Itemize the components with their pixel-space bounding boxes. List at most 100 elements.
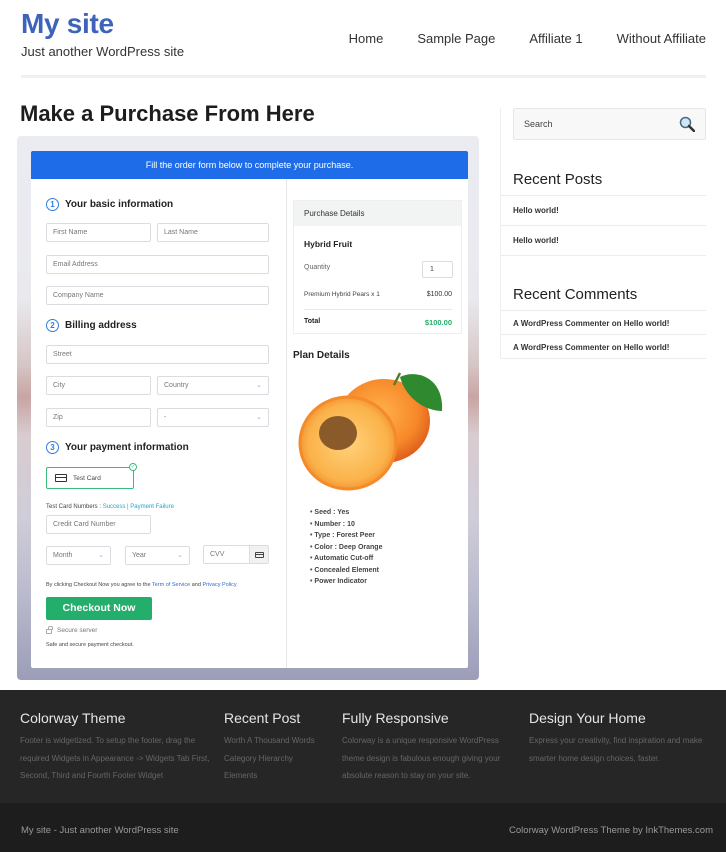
payment-failure-link[interactable]: Payment Failure [130,504,174,510]
check-icon: ✓ [129,463,137,471]
recent-comments-title: Recent Comments [513,286,638,303]
site-description: Just another WordPress site [21,44,185,59]
agreement-and: and [190,582,203,588]
state-select[interactable]: - ⌄ [157,408,269,427]
site-title[interactable]: My site [21,8,114,40]
footer-post-link[interactable]: Category Hierarchy [224,754,293,763]
feature-item: Type : Forest Peer [310,530,382,542]
feature-item: Concealed Element [310,565,382,577]
footer-col-title: Colorway Theme [20,710,126,726]
footer-col-colorway: Colorway Theme Footer is widgetized. To … [20,710,215,785]
footer-col-text: Footer is widgetized. To setup the foote… [20,736,210,780]
footer-col-recent-post: Recent Post Worth A Thousand Words Categ… [224,710,334,785]
step-number: 2 [46,319,59,332]
nav-sample-page[interactable]: Sample Page [417,31,495,46]
chevron-down-icon: ⌄ [177,552,183,559]
line-item: Premium Hybrid Pears x 1 [304,291,380,298]
nav-without-affiliate[interactable]: Without Affiliate [617,31,706,46]
purchase-details: Purchase Details Hybrid Fruit Quantity 1… [293,200,462,334]
privacy-link[interactable]: Privacy Policy [202,582,236,588]
sidebar-border [500,108,501,358]
zip-input[interactable]: Zip [46,408,151,427]
search-placeholder: Search [524,119,553,129]
agreement-prefix: By clicking Checkout Now you agree to th… [46,582,152,588]
divider [501,255,706,256]
quantity-label: Quantity [304,264,331,271]
cvv-placeholder: CVV [210,551,225,558]
state-value: - [164,414,167,421]
terms-link[interactable]: Term of Service [152,582,190,588]
footer-widgets: Colorway Theme Footer is widgetized. To … [0,690,726,803]
recent-comment-link[interactable]: A WordPress Commenter on Hello world! [513,319,669,328]
checkout-now-button[interactable]: Checkout Now [46,597,152,620]
line-price: $100.00 [426,291,452,298]
feature-item: Color : Deep Orange [310,542,382,554]
test-card-option[interactable]: Test Card ✓ [46,463,137,489]
footer-post-link[interactable]: Worth A Thousand Words [224,736,315,745]
divider [501,310,706,311]
last-name-input[interactable]: Last Name [157,223,269,242]
agreement-text: By clicking Checkout Now you agree to th… [46,582,237,588]
payment-method-label: Test Card [73,474,101,482]
purchase-details-title: Purchase Details [294,201,461,226]
step-basic-info: 1 Your basic information [46,198,173,211]
chevron-down-icon: ⌄ [256,382,262,389]
search-input[interactable]: Search [513,108,706,140]
recent-posts-title: Recent Posts [513,171,603,188]
footer-site-link[interactable]: My site - Just another WordPress site [21,825,179,836]
total-label: Total [304,318,321,325]
success-link[interactable]: Success [103,504,126,510]
cvv-input[interactable]: CVV [203,545,269,564]
city-input[interactable]: City [46,376,151,395]
year-select[interactable]: Year ⌄ [125,546,190,565]
month-value: Month [53,552,73,559]
main-nav: Home Sample Page Affiliate 1 Without Aff… [315,31,706,46]
recent-post-link[interactable]: Hello world! [513,236,559,245]
footer-col-title: Fully Responsive [342,710,449,726]
first-name-input[interactable]: First Name [46,223,151,242]
plan-features: Seed : Yes Number : 10 Type : Forest Pee… [310,507,382,588]
column-divider [286,179,287,668]
footer-post-link[interactable]: Elements [224,771,257,780]
safe-checkout-text: Safe and secure payment checkout. [46,642,134,648]
chevron-down-icon: ⌄ [256,414,262,421]
quantity-input[interactable]: 1 [422,261,453,278]
footer-col-design-home: Design Your Home Express your creativity… [529,710,721,767]
month-select[interactable]: Month ⌄ [46,546,111,565]
country-select[interactable]: Country ⌄ [157,376,269,395]
card-number-input[interactable]: Credit Card Number [46,515,151,534]
checkout-card: Fill the order form below to complete yo… [31,151,468,668]
step-billing: 2 Billing address [46,319,137,332]
feature-item: Power Indicator [310,576,382,588]
email-input[interactable]: Email Address [46,255,269,274]
footer-col-text: Colorway is a unique responsive WordPres… [342,736,501,780]
total-value: $100.00 [424,318,452,327]
country-value: Country [164,382,189,389]
chevron-down-icon: ⌄ [98,552,104,559]
checkout-banner: Fill the order form below to complete yo… [31,151,468,179]
search-icon[interactable] [679,116,695,132]
feature-item: Seed : Yes [310,507,382,519]
recent-comment-link[interactable]: A WordPress Commenter on Hello world! [513,343,669,352]
feature-item: Automatic Cut-off [310,553,382,565]
test-card-numbers: Test Card Numbers : Success | Payment Fa… [46,504,174,510]
street-input[interactable]: Street [46,345,269,364]
footer-col-responsive: Fully Responsive Colorway is a unique re… [342,710,517,785]
divider [501,195,706,196]
nav-home[interactable]: Home [349,31,384,46]
step-label: Billing address [65,320,137,331]
footer-col-title: Recent Post [224,710,301,726]
footer-theme-credit[interactable]: Colorway WordPress Theme by InkThemes.co… [509,825,713,836]
footer-col-title: Design Your Home [529,710,646,726]
step-label: Your basic information [65,199,174,210]
nav-affiliate-1[interactable]: Affiliate 1 [529,31,582,46]
step-label: Your payment information [65,442,189,453]
secure-server: Secure server [46,626,97,634]
credit-card-icon [55,474,67,482]
divider [304,309,452,310]
divider [501,358,706,359]
page-title: Make a Purchase From Here [20,101,315,126]
recent-post-link[interactable]: Hello world! [513,206,559,215]
pit [319,416,357,450]
company-input[interactable]: Company Name [46,286,269,305]
